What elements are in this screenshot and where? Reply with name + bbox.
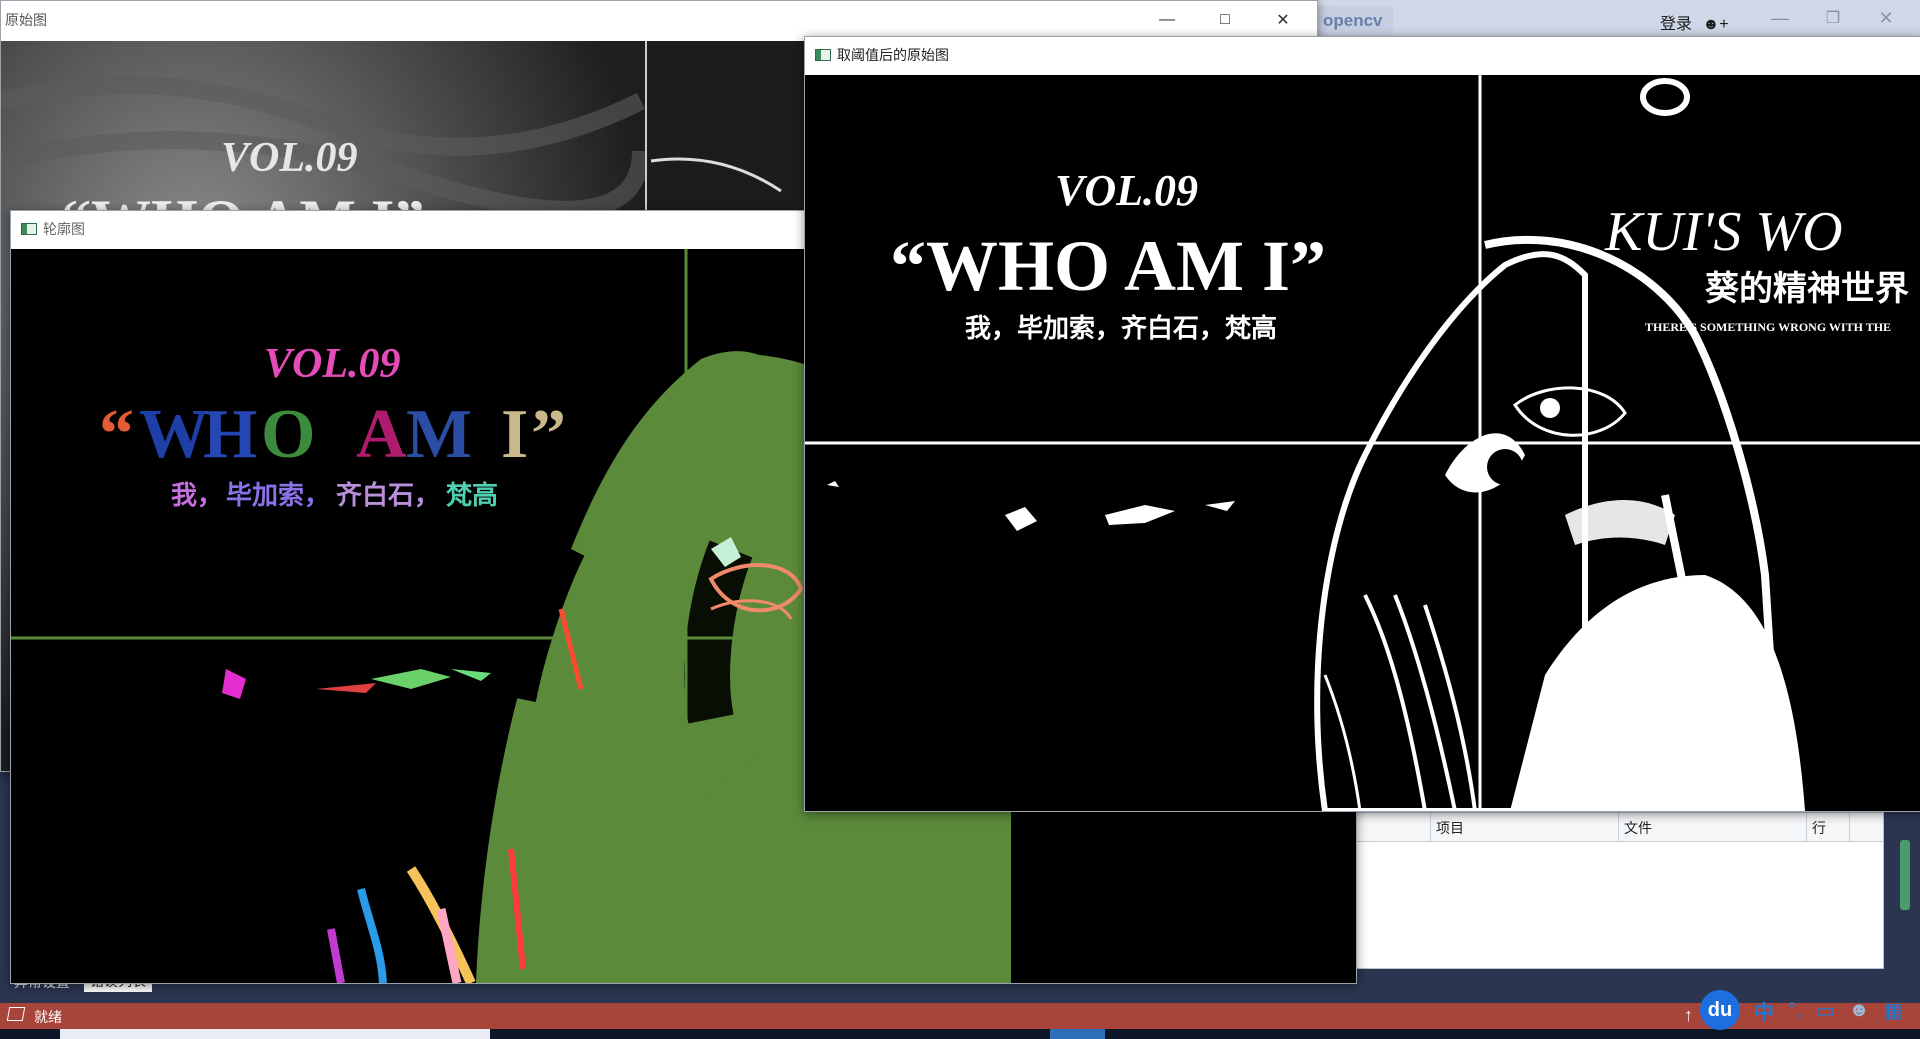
publish-arrow-icon[interactable]: ↑ xyxy=(1684,1005,1693,1026)
user-icon[interactable]: ☻ xyxy=(1848,999,1869,1022)
brand-cn-text: 葵的精神世界 xyxy=(1705,270,1909,308)
who-close-quote: ” xyxy=(531,396,566,473)
vol-text: VOL.09 xyxy=(221,135,358,181)
who-letter-a: A xyxy=(356,396,407,473)
col-line[interactable]: 行 xyxy=(1812,818,1826,838)
names-part-2: 毕加索， xyxy=(226,481,330,510)
who-letter-i: I xyxy=(501,396,528,473)
punctuation-icon[interactable]: °, xyxy=(1788,999,1802,1022)
user-add-icon[interactable]: ☻+ xyxy=(1702,16,1728,33)
vs-solution-tab[interactable]: opencv xyxy=(1315,6,1393,36)
who-letter-o: O xyxy=(261,396,315,473)
col-project[interactable]: 项目 xyxy=(1436,818,1464,838)
vs-close-button[interactable]: ✕ xyxy=(1866,8,1906,34)
names-part-1: 我， xyxy=(171,481,223,510)
desktop: { "window_original": {"title": "原始图", "v… xyxy=(0,0,1920,1039)
app-icon xyxy=(815,49,831,61)
error-list-header: 项目 文件 行 xyxy=(1356,813,1883,842)
who-letter-m: M xyxy=(406,396,472,473)
keyboard-icon[interactable]: ▭ xyxy=(1816,998,1835,1023)
names-part-3: 齐白石， xyxy=(336,480,440,510)
ime-mode-icon[interactable]: 中 xyxy=(1754,996,1774,1025)
vol-text: VOL.09 xyxy=(264,341,401,387)
vs-side-strip xyxy=(1900,840,1910,910)
vol-text: VOL.09 xyxy=(1055,166,1198,215)
names-text: 我，毕加索，齐白石，梵高 xyxy=(965,313,1277,343)
window-title: 取阈值后的原始图 xyxy=(837,47,949,63)
vs-minimize-button[interactable]: — xyxy=(1760,8,1800,34)
who-letter-w: W xyxy=(139,396,209,473)
tagline-text: THERE'S SOMETHING WRONG WITH THE xyxy=(1645,320,1891,334)
who-letter-h: H xyxy=(203,396,257,473)
taskbar xyxy=(0,1029,1920,1039)
window-threshold: 取阈值后的原始图 VOL.09 “WHO AM I” 我，毕加索，齐白石，梵高 … xyxy=(804,36,1920,812)
names-part-4: 梵高 xyxy=(446,480,498,510)
error-list-panel: 项目 文件 行 xyxy=(1355,812,1884,969)
app-icon xyxy=(21,223,37,235)
who-open-quote: “ xyxy=(99,396,134,473)
close-button[interactable]: ✕ xyxy=(1254,1,1312,39)
minimize-button[interactable]: — xyxy=(1138,1,1196,39)
vs-login[interactable]: 登录 ☻+ xyxy=(1660,10,1729,34)
system-tray: du 中 °, ▭ ☻ ▦ xyxy=(1700,990,1920,1030)
status-bar: 就绪 ↑ xyxy=(0,1003,1920,1029)
title-bar[interactable]: 原始图 xyxy=(1,1,1317,39)
threshold-canvas: VOL.09 “WHO AM I” 我，毕加索，齐白石，梵高 KUI'S WO … xyxy=(805,75,1920,811)
brand-text: KUI'S WO xyxy=(1604,201,1843,263)
window-title: 原始图 xyxy=(5,12,47,28)
grid-icon[interactable]: ▦ xyxy=(1884,998,1903,1023)
baidu-ime-icon[interactable]: du xyxy=(1700,990,1740,1030)
threshold-image: VOL.09 “WHO AM I” 我，毕加索，齐白石，梵高 KUI'S WO … xyxy=(805,75,1920,811)
col-file[interactable]: 文件 xyxy=(1624,818,1652,838)
maximize-button[interactable]: □ xyxy=(1196,1,1254,39)
status-text: 就绪 xyxy=(34,1009,62,1025)
login-label[interactable]: 登录 xyxy=(1660,16,1692,33)
title-bar[interactable]: 取阈值后的原始图 xyxy=(805,37,1920,73)
status-icon xyxy=(6,1007,26,1021)
who-text: “WHO AM I” xyxy=(890,226,1326,306)
window-title: 轮廓图 xyxy=(43,221,85,237)
vs-restore-button[interactable]: ❐ xyxy=(1813,8,1853,34)
